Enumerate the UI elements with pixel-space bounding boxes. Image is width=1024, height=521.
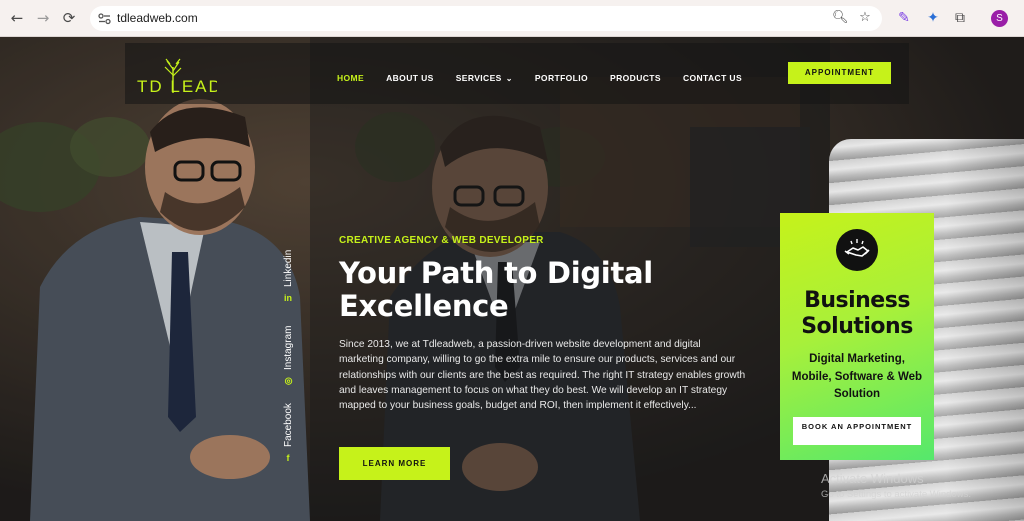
hero-section: TD LEAD HOME ABOUT US SERVICES ⌄ PORTFOLI… bbox=[0, 37, 1024, 521]
windows-activation-watermark: Activate Windows Go to Settings to activ… bbox=[821, 471, 971, 500]
social-linkedin-label: Linkedin bbox=[283, 249, 294, 287]
reload-icon[interactable]: ⟳ bbox=[60, 9, 78, 27]
nav-contact-us[interactable]: CONTACT US bbox=[683, 73, 742, 83]
book-appointment-button[interactable]: BOOK AN APPOINTMENT bbox=[793, 417, 921, 445]
social-instagram[interactable]: ◎ Instagram bbox=[283, 326, 294, 387]
facebook-icon: f bbox=[286, 453, 290, 463]
address-bar[interactable]: tdleadweb.com 🔍︎ ☆ bbox=[90, 6, 882, 31]
main-navigation: HOME ABOUT US SERVICES ⌄ PORTFOLIO PRODUC… bbox=[337, 73, 764, 83]
linkedin-icon: in bbox=[284, 293, 292, 303]
handshake-icon bbox=[836, 229, 878, 271]
nav-about-us[interactable]: ABOUT US bbox=[386, 73, 434, 83]
social-facebook-label: Facebook bbox=[283, 403, 294, 447]
business-solutions-card: Business Solutions Digital Marketing, Mo… bbox=[780, 213, 934, 460]
bookmark-star-icon[interactable]: ☆ bbox=[857, 10, 873, 26]
logo-text: TD LEAD bbox=[137, 77, 217, 96]
nav-portfolio[interactable]: PORTFOLIO bbox=[535, 73, 588, 83]
social-links: in Linkedin ◎ Instagram f Facebook bbox=[263, 242, 303, 487]
url-text[interactable]: tdleadweb.com bbox=[117, 11, 198, 25]
watermark-line-1: Activate Windows bbox=[821, 471, 924, 486]
social-facebook[interactable]: f Facebook bbox=[283, 403, 294, 464]
watermark-line-2: Go to Settings to activate Windows. bbox=[821, 489, 971, 500]
profile-avatar[interactable]: S bbox=[991, 10, 1008, 27]
instagram-icon: ◎ bbox=[284, 375, 293, 386]
hero-eyebrow: CREATIVE AGENCY & WEB DEVELOPER bbox=[339, 235, 544, 246]
browser-toolbar: ← → ⟳ tdleadweb.com 🔍︎ ☆ ✎ ✦ ⧉ S bbox=[0, 0, 1024, 37]
back-arrow-icon[interactable]: ← bbox=[8, 9, 26, 27]
chevron-down-icon: ⌄ bbox=[505, 74, 513, 83]
extensions-puzzle-icon[interactable]: ⧉ bbox=[951, 9, 969, 27]
nav-services-label: SERVICES bbox=[455, 73, 502, 83]
extension-badge-icon[interactable]: ✦ bbox=[924, 9, 942, 27]
zoom-icon[interactable]: 🔍︎ bbox=[832, 10, 849, 26]
nav-home[interactable]: HOME bbox=[337, 73, 364, 83]
social-linkedin[interactable]: in Linkedin bbox=[283, 250, 294, 304]
tdlead-logo[interactable]: TD LEAD bbox=[135, 55, 217, 97]
forward-arrow-icon[interactable]: → bbox=[34, 9, 52, 27]
promo-title: Business Solutions bbox=[801, 288, 913, 339]
hero-title: Your Path to Digital Excellence bbox=[339, 256, 653, 323]
nav-products[interactable]: PRODUCTS bbox=[610, 73, 661, 83]
site-info-icon[interactable] bbox=[98, 12, 111, 25]
hero-description: Since 2013, we at Tdleadweb, a passion-d… bbox=[339, 339, 746, 412]
appointment-button[interactable]: APPOINTMENT bbox=[788, 62, 891, 84]
nav-services[interactable]: SERVICES ⌄ bbox=[456, 73, 513, 83]
social-instagram-label: Instagram bbox=[283, 325, 294, 370]
site-header: TD LEAD HOME ABOUT US SERVICES ⌄ PORTFOLI… bbox=[125, 43, 909, 104]
promo-subtitle: Digital Marketing, Mobile, Software & We… bbox=[791, 353, 923, 400]
learn-more-button[interactable]: LEARN MORE bbox=[339, 447, 450, 480]
pen-extension-icon[interactable]: ✎ bbox=[895, 9, 913, 27]
